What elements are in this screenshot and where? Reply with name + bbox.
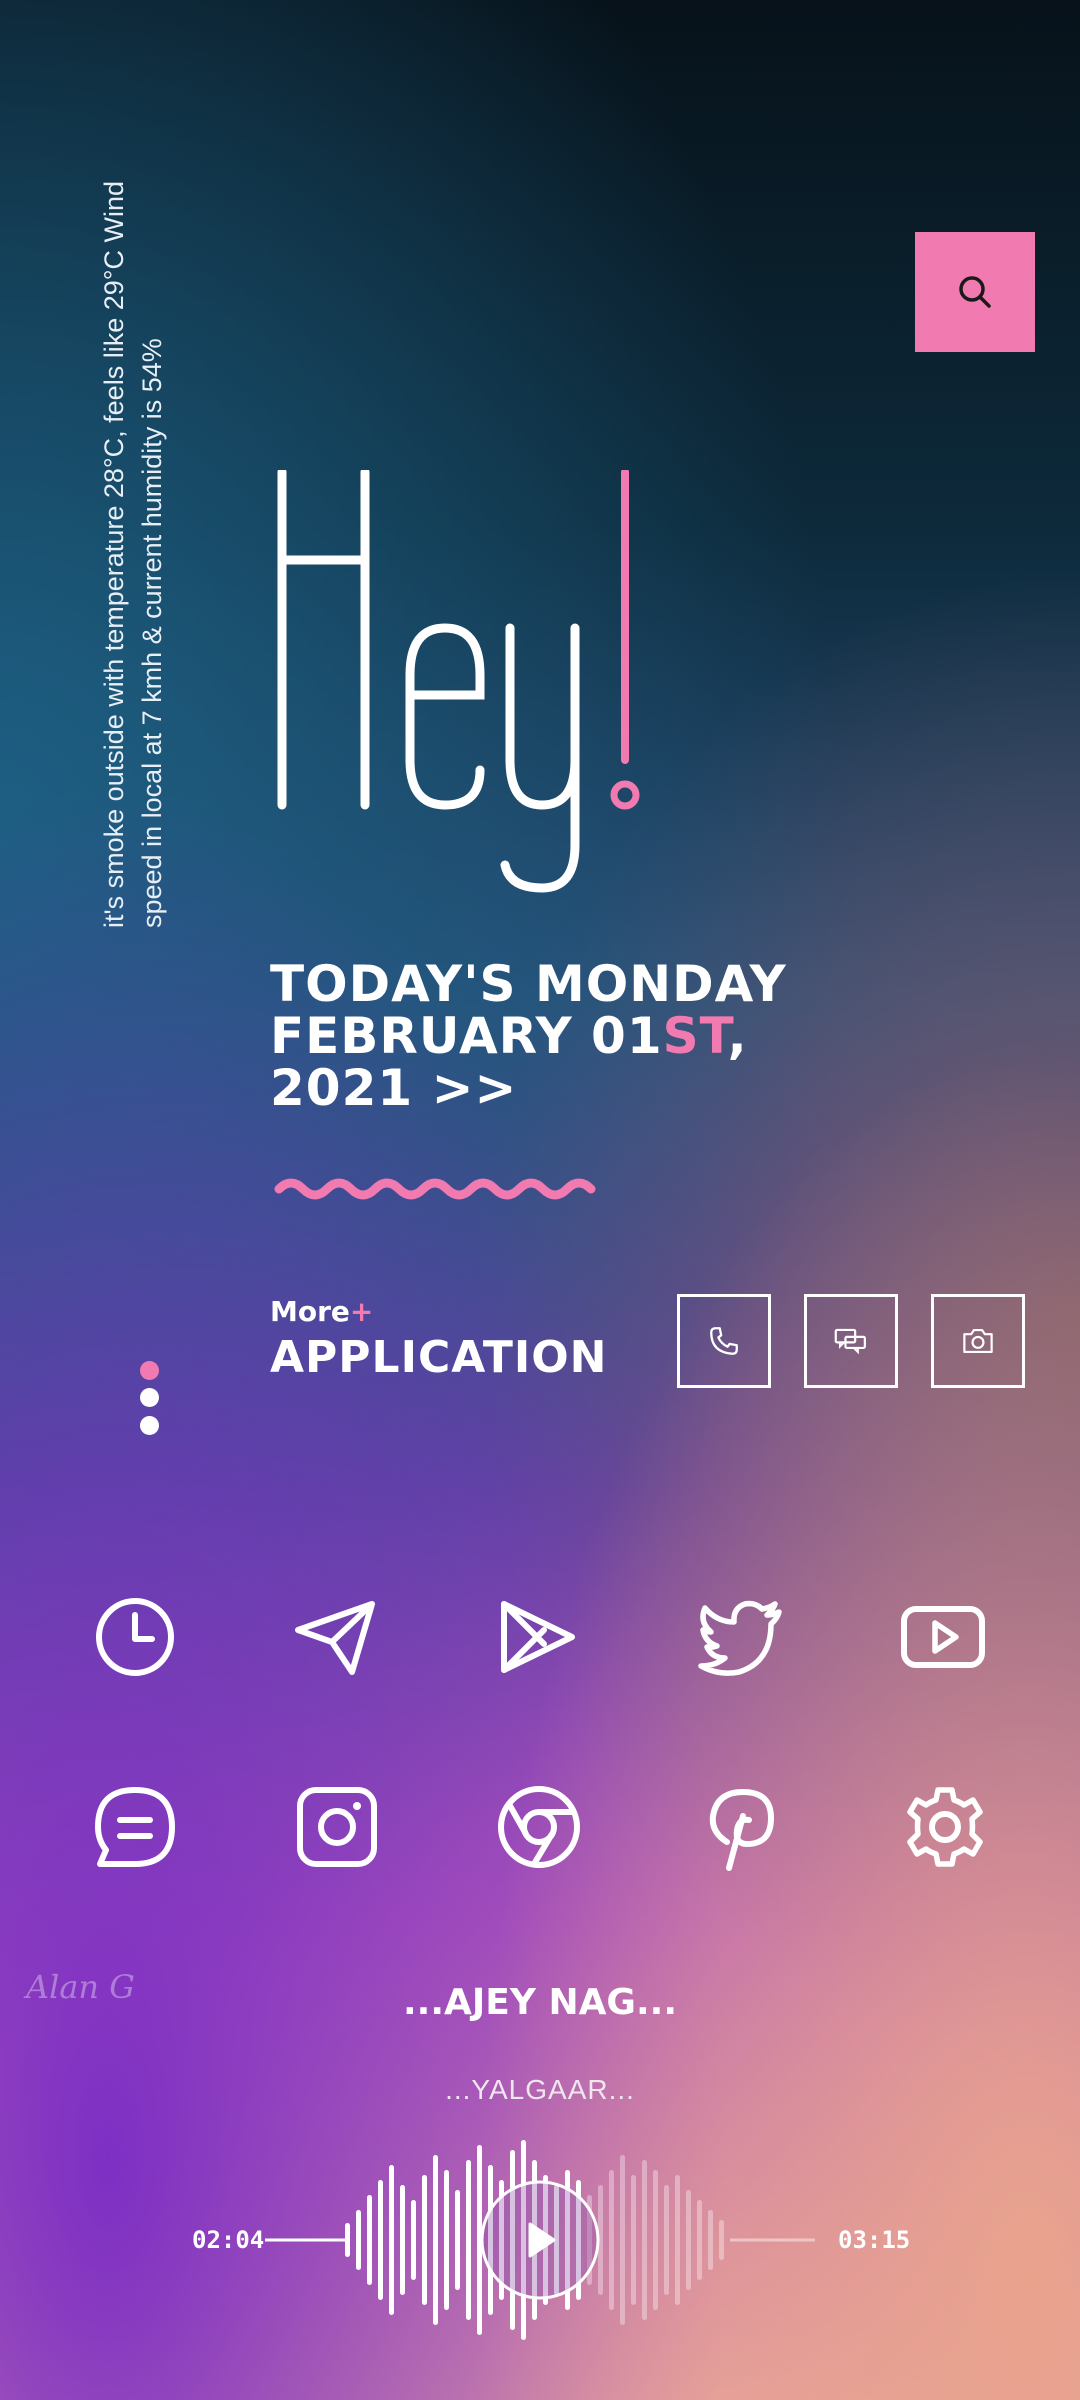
camera-shortcut-button[interactable] <box>931 1294 1025 1388</box>
search-icon <box>959 276 991 308</box>
pinterest-icon[interactable] <box>697 1782 787 1872</box>
waveform-bar <box>620 2155 625 2325</box>
date-display: TODAY'S MONDAY FEBRUARY 01ST, 2021 >> <box>270 958 910 1114</box>
search-button[interactable] <box>915 232 1035 352</box>
waveform-bar <box>400 2185 405 2295</box>
date-line-2: FEBRUARY 01ST, <box>270 1010 910 1062</box>
waveform-bar <box>675 2175 680 2305</box>
waveform-bar <box>708 2210 713 2270</box>
waveform-bar <box>719 2220 724 2260</box>
weather-description: it's smoke outside with temperature 28°C… <box>99 180 167 928</box>
date-suffix: ST <box>662 1007 728 1065</box>
messages-shortcut-button[interactable] <box>804 1294 898 1388</box>
waveform-bar <box>433 2155 438 2325</box>
waveform-bar <box>642 2160 647 2320</box>
page-dot[interactable] <box>140 1388 159 1407</box>
waveform-bar <box>686 2190 691 2290</box>
page-dot-active[interactable] <box>140 1361 159 1380</box>
play-store-icon[interactable] <box>492 1592 582 1682</box>
song-title: ...YALGAAR... <box>445 2074 635 2105</box>
date-comma: , <box>727 1007 748 1065</box>
waveform-bar <box>378 2180 383 2300</box>
wave-divider <box>274 1178 596 1200</box>
waveform-bar <box>389 2165 394 2315</box>
date-line-1: TODAY'S MONDAY <box>270 955 787 1013</box>
messages-icon <box>834 1328 866 1355</box>
waveform-bar <box>356 2210 361 2270</box>
settings-icon[interactable] <box>900 1782 990 1872</box>
chrome-icon[interactable] <box>494 1782 584 1872</box>
chat-icon[interactable] <box>90 1782 180 1872</box>
phone-shortcut-button[interactable] <box>677 1294 771 1388</box>
audio-waveform[interactable] <box>250 2130 830 2350</box>
date-line-3[interactable]: 2021 >> <box>270 1062 910 1114</box>
instagram-icon[interactable] <box>292 1782 382 1872</box>
clock-icon[interactable] <box>90 1592 180 1682</box>
total-duration: 03:15 <box>838 2226 911 2254</box>
application-label[interactable]: APPLICATION <box>270 1332 608 1383</box>
greeting-text <box>277 470 640 893</box>
twitter-icon[interactable] <box>695 1592 785 1682</box>
telegram-icon[interactable] <box>290 1592 380 1682</box>
waveform-bar <box>697 2200 702 2280</box>
date-month-day: FEBRUARY 01 <box>270 1007 663 1065</box>
phone-icon <box>710 1327 738 1355</box>
camera-icon <box>963 1329 993 1353</box>
page-dot[interactable] <box>140 1416 159 1435</box>
plus-icon: + <box>349 1295 374 1328</box>
waveform-bar <box>664 2185 669 2295</box>
waveform-bar <box>653 2170 658 2310</box>
artist-name: ...AJEY NAG... <box>402 1982 678 2023</box>
waveform-bar <box>466 2160 471 2320</box>
waveform-bar <box>422 2175 427 2305</box>
waveform-bar <box>609 2170 614 2310</box>
waveform-bar <box>631 2175 636 2305</box>
waveform-bar <box>345 2223 350 2257</box>
youtube-icon[interactable] <box>898 1592 988 1682</box>
waveform-bar <box>411 2200 416 2280</box>
waveform-bar <box>367 2195 372 2285</box>
waveform-bar <box>444 2170 449 2310</box>
waveform-bar <box>455 2190 460 2290</box>
more-label[interactable]: More+ <box>270 1295 373 1328</box>
